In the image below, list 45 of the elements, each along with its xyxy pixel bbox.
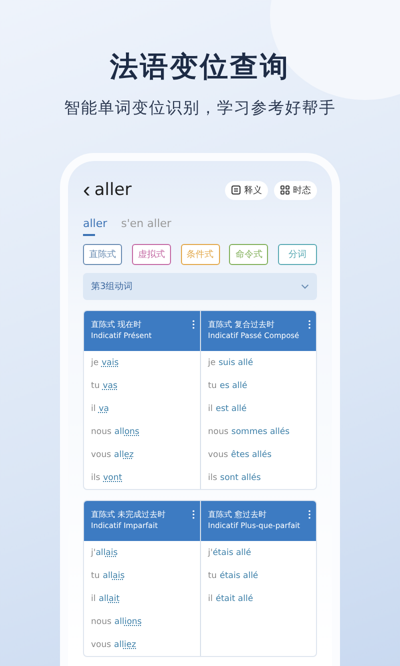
verb-tab[interactable]: s'en aller [121,217,172,236]
tense-name: 直陈式 现在时 [91,319,143,330]
action-button[interactable]: 释义 [225,180,268,200]
conjugated-form: tu vas [90,380,118,392]
mood-chip[interactable]: 分词 [278,244,317,265]
group-dropdown[interactable]: 第3组动词 [83,273,317,300]
conjugated-form: il va [90,402,110,416]
conjugated-form: vous alliez [90,638,138,652]
conjugated-form: j'allais [90,546,119,560]
conjugated-form: nous allions [90,616,143,628]
headline: 法语变位查询 [110,49,290,85]
mood-chip[interactable]: 直陈式 [83,244,122,265]
conjugated-form: vous allez [90,448,135,462]
conjugated-form: ils vont [90,472,124,484]
mood-chip[interactable]: 命令式 [229,244,268,265]
action-button[interactable]: 时态 [274,180,317,200]
mood-chip[interactable]: 条件式 [180,244,220,265]
conjugated-form: nous sommes allés [207,426,291,438]
conjugated-form: je suis allé [206,356,254,370]
conjugated-form: ils sont allés [207,472,262,484]
tense-name: 直陈式 未完成过去时 [91,509,167,520]
conjugated-form: nous allons [90,426,140,438]
conjugated-form: tu allais [90,570,126,582]
chevron-down-icon [301,284,309,289]
more-icon[interactable] [192,320,195,329]
back-button[interactable]: ‹ [83,179,94,201]
mood-chip[interactable]: 虚拟式 [132,244,171,265]
more-icon[interactable] [192,510,195,519]
conjugated-form: je vais [90,356,120,370]
grid-icon [280,185,290,195]
conjugated-form: il est allé [207,402,248,416]
conjugated-form: il allait [90,592,121,606]
verb-title: aller [94,180,132,200]
conjugated-form: tu étais allé [207,570,260,582]
more-icon[interactable] [308,320,311,329]
conjugated-form: il était allé [207,592,254,606]
conjugated-form: j'étais allé [206,546,252,560]
conjugated-form: tu es allé [207,380,248,392]
list-icon [231,185,241,195]
subtitle: 智能单词变位识别，学习参考好帮手 [64,98,336,119]
conjugated-form: vous êtes allés [207,448,273,462]
verb-tab[interactable]: aller [83,217,108,236]
tense-name: 直陈式 复合过去时 [208,319,276,330]
more-icon[interactable] [308,510,311,519]
tense-name: 直陈式 愈过去时 [208,509,268,520]
